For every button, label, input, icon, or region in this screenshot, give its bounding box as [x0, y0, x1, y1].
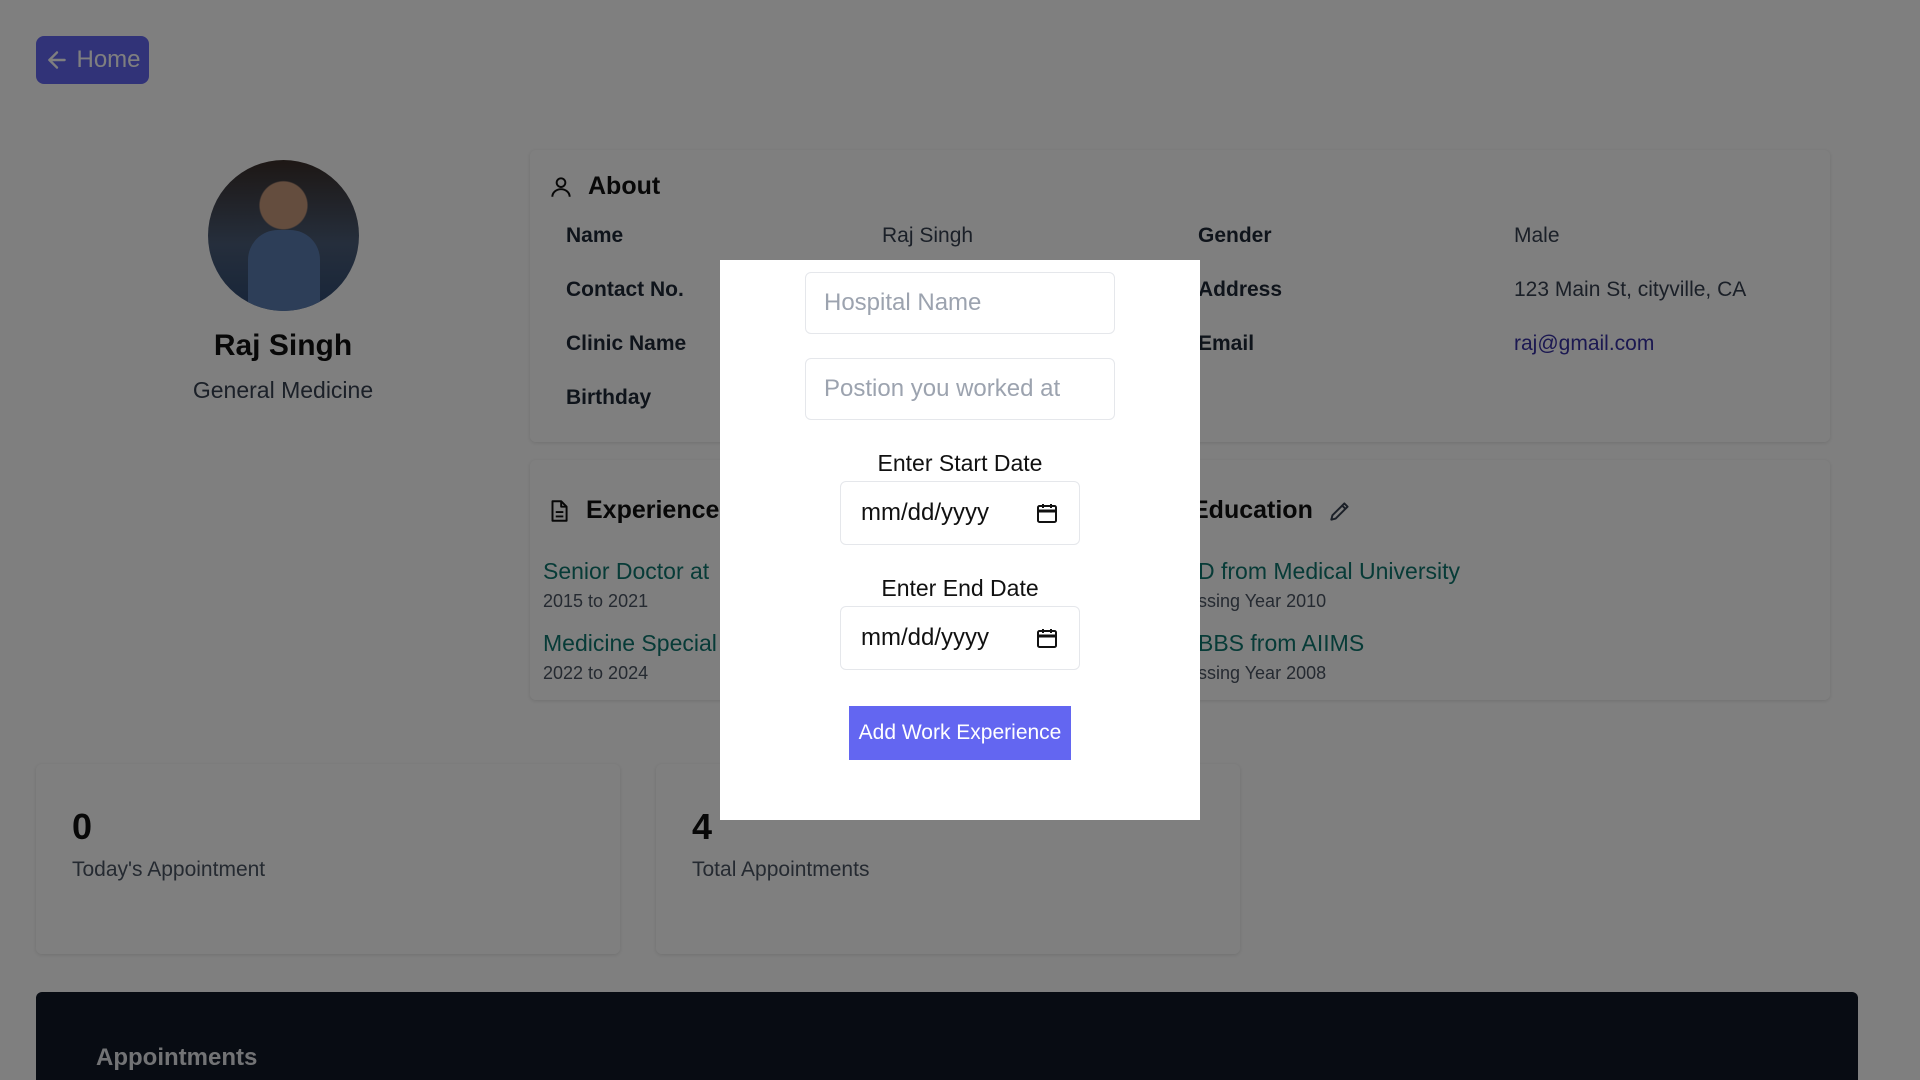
- hospital-name-input[interactable]: [805, 272, 1115, 334]
- end-date-input[interactable]: mm/dd/yyyy: [840, 606, 1080, 670]
- start-date-value: mm/dd/yyyy: [861, 499, 990, 526]
- add-work-experience-button[interactable]: Add Work Experience: [849, 706, 1071, 760]
- start-date-input[interactable]: mm/dd/yyyy: [840, 481, 1080, 545]
- start-date-label: Enter Start Date: [877, 450, 1043, 476]
- end-date-value: mm/dd/yyyy: [861, 624, 990, 651]
- end-date-label: Enter End Date: [881, 575, 1039, 601]
- position-input[interactable]: [805, 358, 1115, 420]
- add-experience-modal: Enter Start Date mm/dd/yyyy Enter End Da…: [720, 260, 1200, 820]
- calendar-icon[interactable]: [1035, 626, 1059, 650]
- calendar-icon[interactable]: [1035, 501, 1059, 525]
